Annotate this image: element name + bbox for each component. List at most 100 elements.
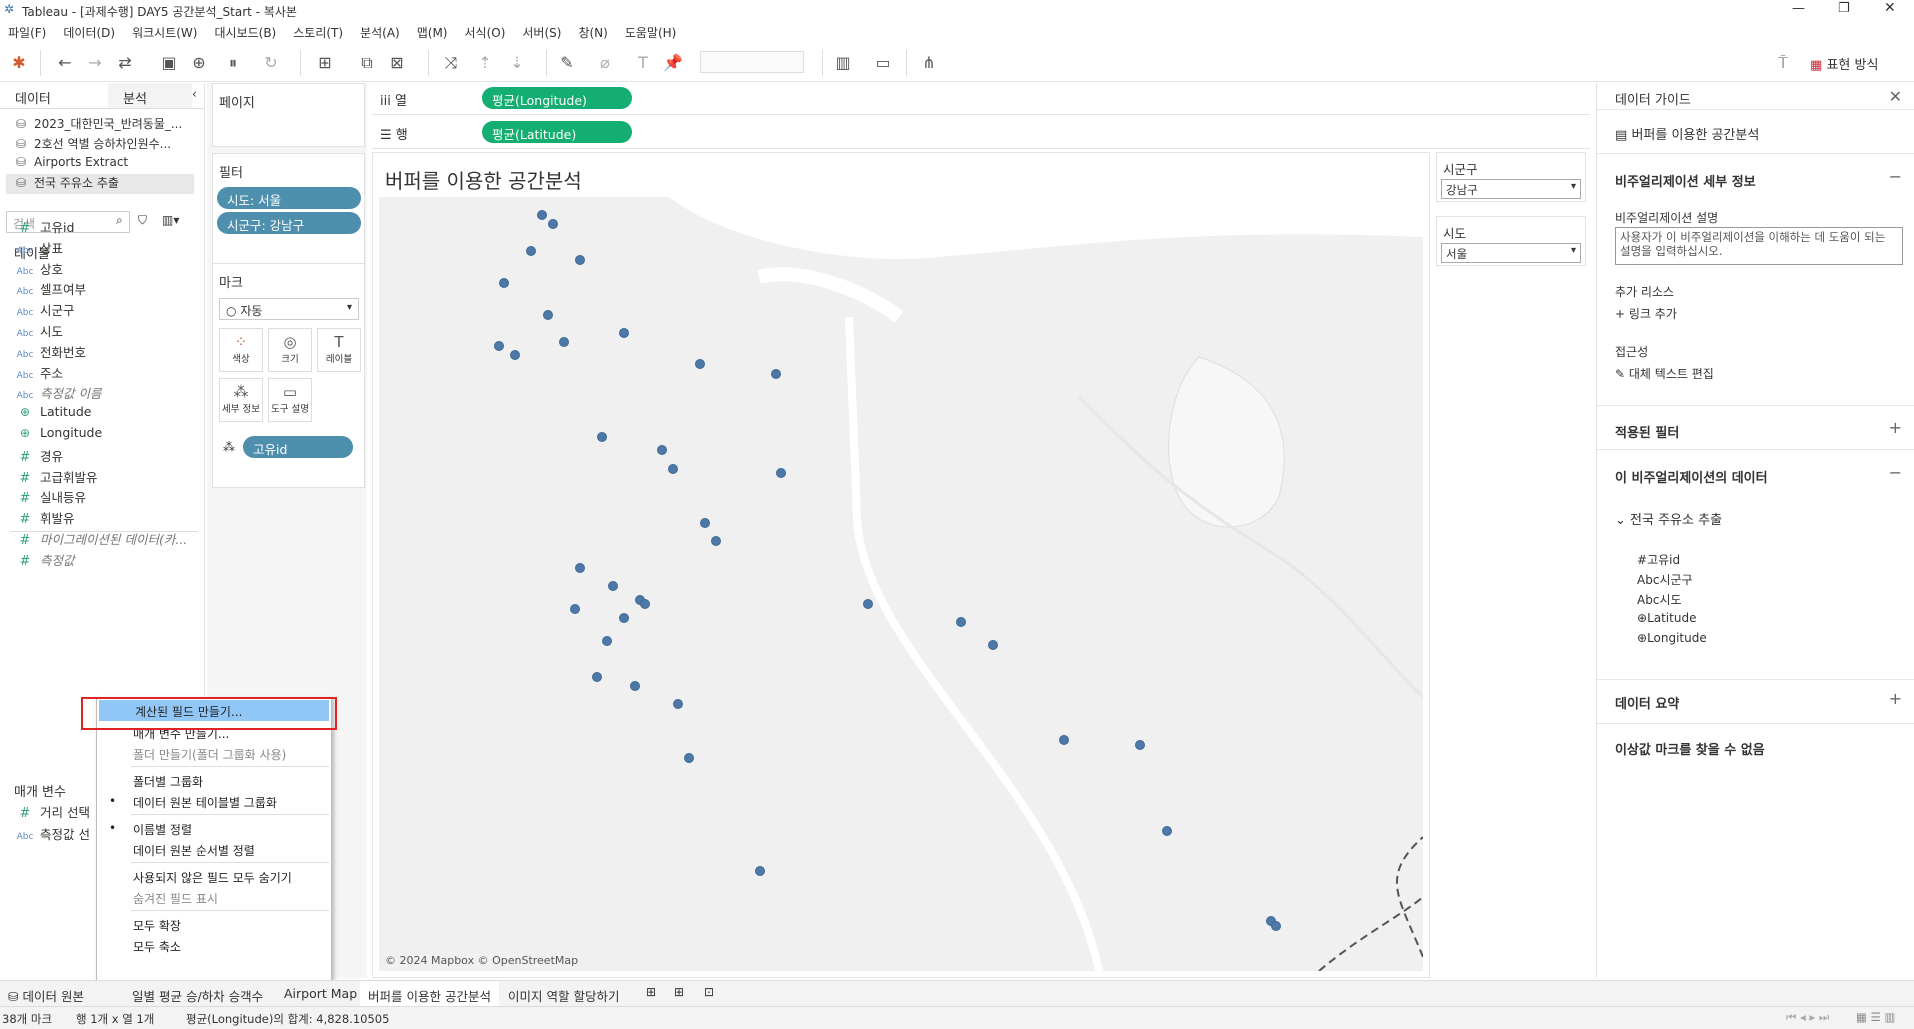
collapse-icon[interactable]: −	[1889, 463, 1902, 482]
map-mark[interactable]	[1271, 920, 1282, 931]
add-link-button[interactable]: + 링크 추가	[1615, 305, 1677, 322]
collapse-icon[interactable]: ‹	[192, 83, 197, 108]
format-painter-icon[interactable]: ⍑	[1772, 52, 1794, 74]
viz-details-header[interactable]: 비주얼리제이션 세부 정보	[1615, 171, 1756, 190]
context-menu-item[interactable]: 폴더 만들기(폴더 그룹화 사용)	[97, 743, 331, 764]
map-mark[interactable]	[700, 517, 711, 528]
field-item[interactable]: Abc 주소	[10, 363, 215, 383]
map-mark[interactable]	[526, 246, 537, 257]
datasource-node[interactable]: ⌄ 전국 주유소 추출	[1615, 509, 1722, 528]
tab-data[interactable]: 데이터	[0, 83, 108, 108]
new-worksheet-tab-icon[interactable]: ⊞	[646, 985, 656, 999]
field-item[interactable]: Abc 시군구	[10, 300, 215, 320]
field-item[interactable]: # 휘발유	[10, 508, 215, 528]
new-datasource-icon[interactable]: ⊕	[188, 52, 210, 74]
mark-type-select[interactable]: ○ 자동 ▾	[219, 298, 359, 320]
marks-tooltip-button[interactable]: ▭ 도구 설명	[268, 378, 312, 422]
field-item[interactable]: # 측정값	[10, 550, 215, 570]
paging-icons[interactable]: ⏮ ◂ ▸ ⏭	[1786, 1010, 1829, 1025]
datasource-item[interactable]: ⛁ 2023_대한민국_반려동물_...	[0, 115, 200, 135]
map-mark[interactable]	[711, 536, 722, 546]
clear-sheet-icon[interactable]: ⊠	[386, 52, 408, 74]
close-pane-icon[interactable]: ✕	[1889, 87, 1902, 106]
map-mark[interactable]	[667, 463, 678, 474]
sheet-tab[interactable]: 일별 평균 승/하차 승객수	[124, 981, 271, 1007]
sort-desc-icon[interactable]: ⇣	[506, 52, 528, 74]
map-mark[interactable]	[863, 599, 874, 610]
map-mark[interactable]	[509, 350, 520, 361]
minimize-icon[interactable]: —	[1792, 1, 1805, 16]
datasource-item-selected[interactable]: ⛁ 전국 주유소 추출	[6, 174, 194, 194]
view-mode-icons[interactable]: ▦ ☰ ▥	[1856, 1010, 1895, 1024]
menu-item[interactable]: 서식(O)	[457, 20, 515, 42]
map-mark[interactable]	[493, 341, 504, 352]
marks-label-button[interactable]: T 레이블	[317, 328, 361, 372]
presentation-icon[interactable]: ▭	[872, 52, 894, 74]
map-mark[interactable]	[640, 599, 651, 610]
expand-icon[interactable]: +	[1889, 689, 1902, 708]
field-item[interactable]: ⊕ Longitude	[10, 425, 215, 445]
detail-pill[interactable]: 고유id	[243, 436, 353, 458]
context-menu-item[interactable]: 사용되지 않은 필드 모두 숨기기	[97, 866, 331, 887]
map-mark[interactable]	[575, 563, 586, 574]
new-dashboard-tab-icon[interactable]: ⊞	[674, 985, 684, 999]
field-item[interactable]: ⊕ Latitude	[10, 404, 215, 424]
field-item[interactable]: Abc 시도	[10, 321, 215, 341]
new-worksheet-icon[interactable]: ⊞	[314, 52, 336, 74]
filter-pill[interactable]: 시도: 서울	[217, 187, 361, 209]
field-item[interactable]: # 고급휘발유	[10, 467, 215, 487]
edit-alt-text-button[interactable]: ✎ 대체 텍스트 편집	[1615, 365, 1714, 382]
rows-shelf[interactable]: ☰ 행 평균(Latitude)	[372, 117, 1590, 149]
group-icon[interactable]: ⌀	[594, 52, 616, 74]
map-mark[interactable]	[776, 468, 787, 479]
menu-item[interactable]: 서버(S)	[514, 20, 570, 42]
map-mark[interactable]	[1135, 739, 1146, 750]
map-mark[interactable]	[1162, 825, 1173, 836]
map-mark[interactable]	[754, 866, 765, 877]
menu-item[interactable]: 도움말(H)	[617, 20, 686, 42]
map-mark[interactable]	[955, 617, 966, 628]
menu-item[interactable]: 분석(A)	[352, 20, 409, 42]
show-cards-icon[interactable]: ▥	[832, 52, 854, 74]
map-mark[interactable]	[618, 612, 629, 623]
map-mark[interactable]	[537, 210, 548, 221]
redo-icon[interactable]: →	[84, 52, 106, 74]
share-icon[interactable]: ⋔	[918, 52, 940, 74]
map-mark[interactable]	[596, 431, 607, 442]
map-mark[interactable]	[988, 640, 999, 651]
undo-icon[interactable]: ←	[54, 52, 76, 74]
context-menu-item[interactable]: 모두 축소	[97, 935, 331, 956]
menu-item[interactable]: 대시보드(B)	[206, 20, 285, 42]
filter-pill[interactable]: 시군구: 강남구	[217, 212, 361, 234]
map-mark[interactable]	[673, 698, 684, 709]
refresh-icon[interactable]: ↻	[260, 52, 282, 74]
highlight-icon[interactable]: ✎	[556, 52, 578, 74]
menu-item[interactable]: 워크시트(W)	[124, 20, 206, 42]
rows-pill[interactable]: 평균(Latitude)	[482, 121, 632, 143]
context-menu-item[interactable]: • 이름별 정렬	[97, 818, 331, 839]
field-item[interactable]: # 경유	[10, 446, 215, 466]
data-summary-header[interactable]: 데이터 요약	[1615, 693, 1679, 712]
expand-icon[interactable]: +	[1889, 418, 1902, 437]
menu-item[interactable]: 맵(M)	[409, 20, 457, 42]
map-mark[interactable]	[656, 445, 667, 456]
sigungu-select[interactable]: 강남구 ▾	[1441, 179, 1581, 199]
map-mark[interactable]	[683, 753, 694, 764]
duplicate-icon[interactable]: ⧉	[356, 52, 378, 74]
context-menu-item[interactable]: 폴더별 그룹화	[97, 770, 331, 791]
menu-item[interactable]: 파일(F)	[0, 20, 55, 42]
fit-select[interactable]	[700, 51, 804, 73]
context-menu-item[interactable]: 데이터 원본 순서별 정렬	[97, 839, 331, 860]
field-item[interactable]: Abc 전화번호	[10, 342, 215, 362]
data-in-viz-header[interactable]: 이 비주얼리제이션의 데이터	[1615, 467, 1768, 486]
field-item[interactable]: Abc 측정값 이름	[10, 383, 215, 403]
map-mark[interactable]	[499, 278, 510, 288]
map-mark[interactable]	[569, 603, 580, 614]
map-mark[interactable]	[694, 359, 705, 370]
new-story-tab-icon[interactable]: ⊡	[704, 985, 714, 999]
map-mark[interactable]	[548, 219, 558, 230]
swap-icon[interactable]: ⇄	[114, 52, 136, 74]
show-me-button[interactable]: ▦ 표현 방식	[1810, 54, 1878, 73]
maximize-icon[interactable]: ❐	[1838, 1, 1850, 16]
context-menu-item[interactable]: 숨겨진 필드 표시	[97, 887, 331, 908]
